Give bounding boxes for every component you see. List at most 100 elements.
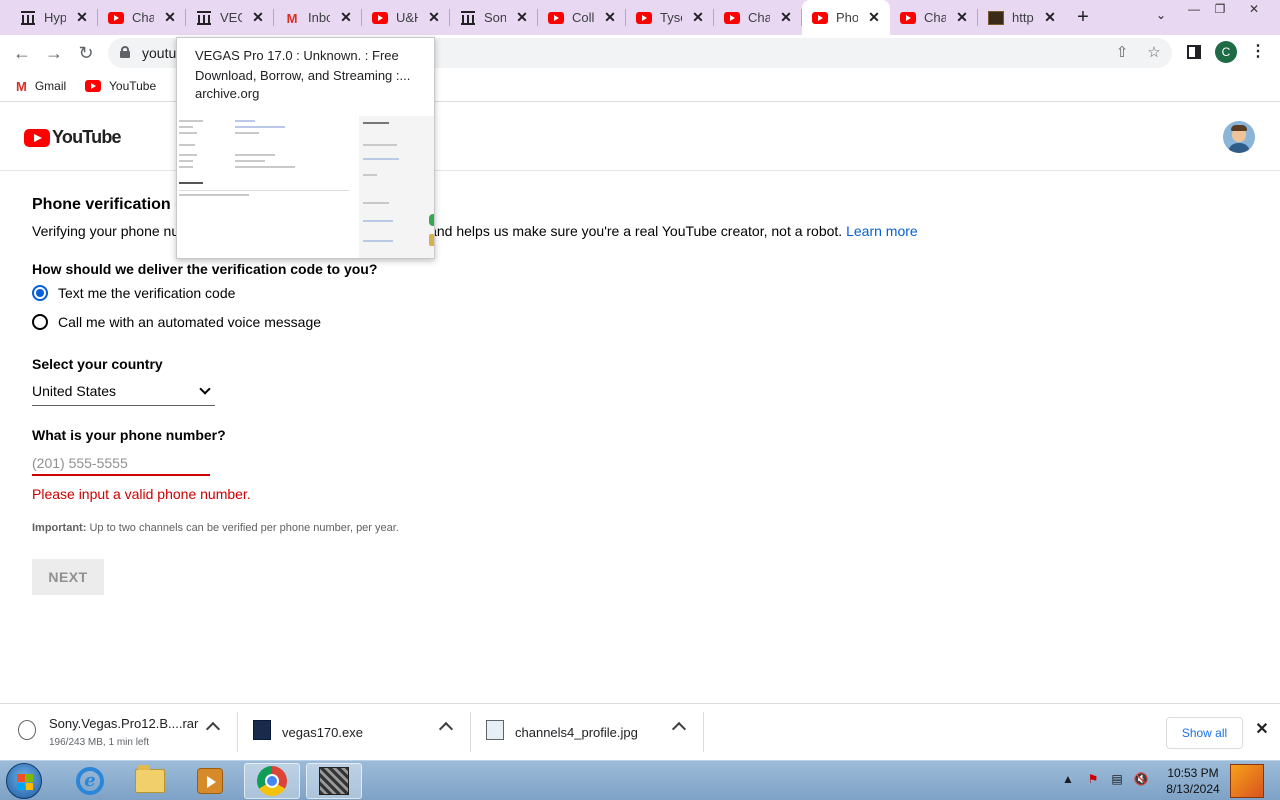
- learn-more-link[interactable]: Learn more: [846, 223, 918, 239]
- vegas-exe-icon: [253, 720, 271, 740]
- close-tab-icon[interactable]: ✕: [426, 9, 442, 25]
- tab-title: Tyso: [660, 10, 682, 25]
- page-title: Phone verification (s: [32, 196, 190, 213]
- country-label: Select your country: [32, 356, 163, 372]
- clock-time: 10:53 PM: [1167, 766, 1219, 780]
- close-shelf-icon[interactable]: ✕: [1254, 722, 1270, 738]
- reload-icon[interactable]: ↻: [74, 41, 98, 65]
- tab-archive-sony[interactable]: Sony ✕: [450, 0, 538, 35]
- tabs: Hyp ✕ Cha ✕ VEG ✕ M Inbo ✕ U&H ✕: [10, 0, 1066, 35]
- close-tab-icon[interactable]: ✕: [162, 9, 178, 25]
- close-tab-icon[interactable]: ✕: [250, 9, 266, 25]
- back-arrow-icon[interactable]: ←: [10, 41, 34, 65]
- chrome-icon[interactable]: [244, 763, 300, 799]
- download-filename: vegas170.exe: [282, 725, 363, 740]
- important-label: Important:: [32, 522, 87, 534]
- bookmark-label: YouTube: [109, 79, 157, 93]
- country-select[interactable]: United States: [32, 381, 215, 406]
- tab-gmail-inbox[interactable]: M Inbo ✕: [274, 0, 362, 35]
- tab-title: Hyp: [44, 10, 66, 25]
- download-item[interactable]: vegas170.exe: [238, 704, 469, 761]
- system-clock[interactable]: 10:53 PM 8/13/2024: [1162, 765, 1224, 797]
- bookmark-star-icon[interactable]: ☆: [1144, 43, 1164, 63]
- close-tab-icon[interactable]: ✕: [338, 9, 354, 25]
- tab-strip: Hyp ✕ Cha ✕ VEG ✕ M Inbo ✕ U&H ✕: [0, 0, 1280, 35]
- side-panel-icon[interactable]: [1187, 45, 1201, 59]
- tab-youtube-cha[interactable]: Cha ✕: [98, 0, 186, 35]
- option-label: Call me with an automated voice message: [58, 314, 322, 330]
- close-tab-icon[interactable]: ✕: [690, 9, 706, 25]
- important-text: Up to two channels can be verified per p…: [89, 522, 399, 534]
- chevron-up-icon[interactable]: [205, 721, 221, 737]
- tab-title: Cha: [748, 10, 770, 25]
- bookmark-youtube[interactable]: YouTube: [85, 77, 156, 95]
- tab-search-chevron-icon[interactable]: ⌄: [1152, 8, 1170, 26]
- phone-label: What is your phone number?: [32, 427, 226, 443]
- close-tab-icon[interactable]: ✕: [866, 9, 882, 25]
- more-menu-icon[interactable]: ⋮: [1250, 42, 1266, 62]
- youtube-icon: [636, 10, 652, 26]
- gmail-icon: M: [286, 10, 298, 26]
- tab-hover-card: VEGAS Pro 17.0 : Unknown. : Free Downloa…: [176, 37, 435, 259]
- forward-arrow-icon[interactable]: →: [42, 41, 66, 65]
- close-tab-icon[interactable]: ✕: [514, 9, 530, 25]
- download-item[interactable]: Sony.Vegas.Pro12.B....rar 196/243 MB, 1 …: [0, 704, 236, 761]
- close-tab-icon[interactable]: ✕: [602, 9, 618, 25]
- close-tab-icon[interactable]: ✕: [954, 9, 970, 25]
- chevron-up-icon[interactable]: [671, 721, 687, 737]
- volume-muted-icon[interactable]: 🔇: [1133, 771, 1149, 787]
- tab-archive-hyp[interactable]: Hyp ✕: [10, 0, 98, 35]
- file-explorer-icon[interactable]: [122, 763, 178, 799]
- option-voice-call[interactable]: Call me with an automated voice message: [32, 314, 321, 330]
- close-tab-icon[interactable]: ✕: [74, 9, 90, 25]
- option-label: Text me the verification code: [58, 285, 236, 301]
- option-text-message[interactable]: Text me the verification code: [32, 285, 235, 301]
- tab-youtube-uh[interactable]: U&H ✕: [362, 0, 450, 35]
- lock-icon[interactable]: [120, 46, 130, 58]
- share-icon[interactable]: ⇧: [1112, 43, 1132, 63]
- youtube-icon: [85, 80, 101, 92]
- media-player-icon[interactable]: [182, 763, 238, 799]
- tab-title: Cha: [132, 10, 154, 25]
- vegas-icon[interactable]: [306, 763, 362, 799]
- next-button[interactable]: NEXT: [32, 559, 104, 595]
- radio-button[interactable]: [32, 314, 48, 330]
- youtube-logo[interactable]: YouTube: [24, 127, 122, 148]
- close-tab-icon[interactable]: ✕: [778, 9, 794, 25]
- youtube-icon: [548, 10, 564, 26]
- download-status: 196/243 MB, 1 min left: [49, 737, 150, 748]
- tab-youtube-cha-3[interactable]: Cha ✕: [890, 0, 978, 35]
- tab-youtube-colla[interactable]: Colla ✕: [538, 0, 626, 35]
- chevron-up-icon[interactable]: [438, 721, 454, 737]
- show-hidden-icons-icon[interactable]: ▲: [1060, 771, 1076, 787]
- close-tab-icon[interactable]: ✕: [1042, 9, 1058, 25]
- url-text: youtu: [142, 45, 177, 61]
- youtube-icon: [900, 10, 916, 26]
- tab-title: Pho: [836, 10, 858, 25]
- profile-avatar[interactable]: C: [1215, 41, 1237, 63]
- bookmark-gmail[interactable]: M Gmail: [16, 77, 66, 95]
- tab-http[interactable]: http ✕: [978, 0, 1066, 35]
- show-desktop-thumbnail[interactable]: [1230, 764, 1264, 798]
- tab-title: Sony: [484, 10, 506, 25]
- tab-title: Inbo: [308, 10, 330, 25]
- tab-youtube-tyso[interactable]: Tyso ✕: [626, 0, 714, 35]
- tab-youtube-phone-active[interactable]: Pho ✕: [802, 0, 890, 35]
- minimize-icon[interactable]: —: [1184, 2, 1204, 16]
- hover-card-thumbnail: [177, 116, 434, 258]
- restore-icon[interactable]: ❐: [1210, 2, 1230, 16]
- account-avatar[interactable]: [1223, 121, 1255, 153]
- new-tab-button[interactable]: +: [1073, 7, 1093, 27]
- phone-number-input[interactable]: [32, 452, 210, 476]
- tab-youtube-cha-2[interactable]: Cha ✕: [714, 0, 802, 35]
- radio-button-checked[interactable]: [32, 285, 48, 301]
- tab-archive-vegas[interactable]: VEG ✕: [186, 0, 274, 35]
- youtube-play-icon: [24, 128, 50, 147]
- action-center-icon[interactable]: ⚑: [1085, 771, 1101, 787]
- internet-explorer-icon[interactable]: e: [62, 763, 118, 799]
- close-window-icon[interactable]: ✕: [1244, 2, 1264, 16]
- show-all-downloads-button[interactable]: Show all: [1166, 717, 1243, 749]
- network-icon[interactable]: ▤: [1109, 771, 1125, 787]
- start-button[interactable]: [6, 763, 42, 799]
- download-item[interactable]: channels4_profile.jpg: [471, 704, 702, 761]
